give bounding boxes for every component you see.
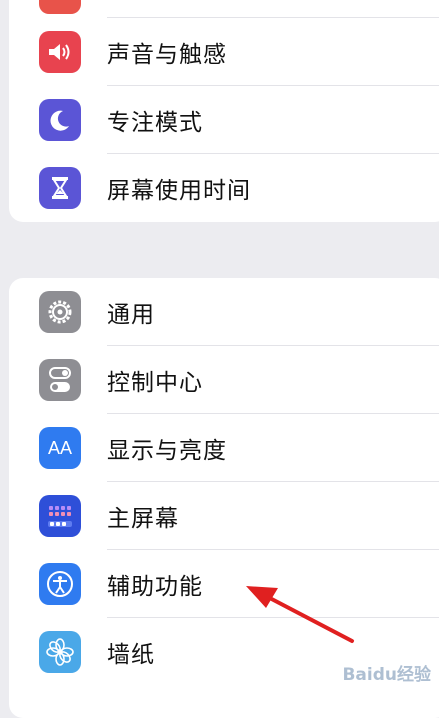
settings-row-screen-time[interactable]: 屏幕使用时间 <box>9 154 439 222</box>
sidebar-item-label: 辅助功能 <box>107 574 203 600</box>
moon-icon <box>39 99 81 141</box>
partial-red-icon <box>39 0 81 14</box>
settings-row-accessibility[interactable]: 辅助功能 <box>9 550 439 618</box>
home-grid-icon <box>39 495 81 537</box>
sidebar-item-label: 专注模式 <box>107 110 203 136</box>
flower-icon <box>39 631 81 673</box>
aa-icon: AA <box>39 427 81 469</box>
aa-icon-text: AA <box>47 437 72 458</box>
settings-row-partial[interactable] <box>9 0 439 18</box>
toggles-icon <box>39 359 81 401</box>
gear-icon <box>39 291 81 333</box>
settings-row-control-center[interactable]: 控制中心 <box>9 346 439 414</box>
settings-row-sounds[interactable]: 声音与触感 <box>9 18 439 86</box>
settings-row-display[interactable]: AA 显示与亮度 <box>9 414 439 482</box>
sidebar-item-label: 声音与触感 <box>107 42 227 68</box>
sidebar-item-label: 墙纸 <box>107 642 155 668</box>
sidebar-item-label: 屏幕使用时间 <box>107 178 251 204</box>
settings-group-1: 声音与触感 专注模式 屏幕使用时间 <box>9 0 439 222</box>
watermark: Baidu经验 <box>342 665 431 685</box>
sidebar-item-label: 显示与亮度 <box>107 438 227 464</box>
settings-row-home-screen[interactable]: 主屏幕 <box>9 482 439 550</box>
sidebar-item-label: 控制中心 <box>107 370 203 396</box>
sidebar-item-label: 主屏幕 <box>107 506 179 532</box>
hourglass-icon <box>39 167 81 209</box>
settings-row-general[interactable]: 通用 <box>9 278 439 346</box>
speaker-icon <box>39 31 81 73</box>
sidebar-item-label: 通用 <box>107 302 155 328</box>
settings-row-focus[interactable]: 专注模式 <box>9 86 439 154</box>
accessibility-icon <box>39 563 81 605</box>
settings-group-2: 通用 控制中心 AA 显示与亮度 主屏幕 辅助功能 墙纸 <box>9 278 439 718</box>
